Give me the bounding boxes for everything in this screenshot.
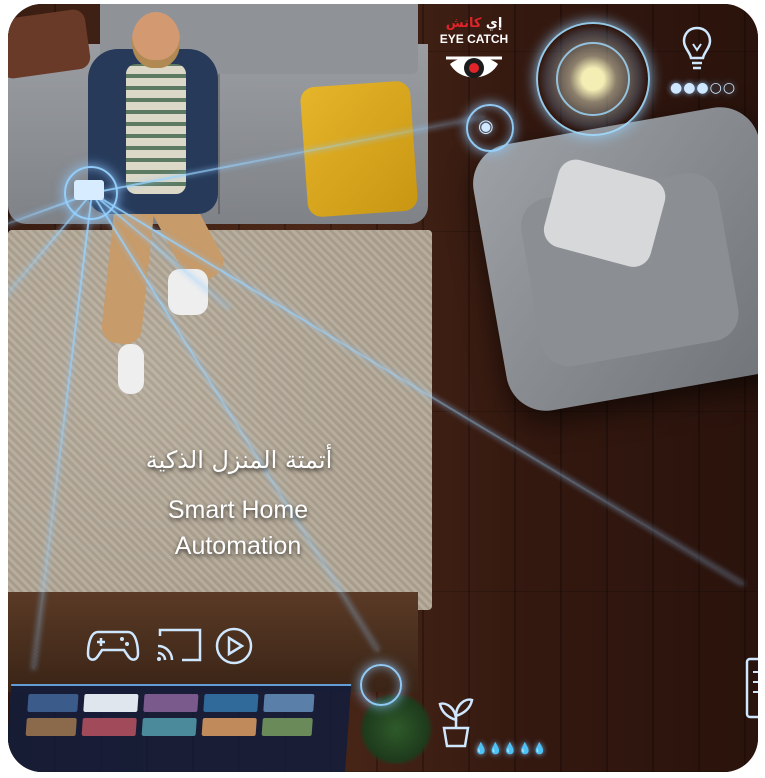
tv-menu-panel (8, 684, 352, 772)
armchair (466, 100, 758, 418)
tv-unit (8, 592, 418, 692)
eye-catch-logo: إي كاتش EYE CATCH (428, 16, 520, 106)
brown-pillow (8, 8, 92, 80)
tv-thumb (203, 694, 259, 712)
person-head (132, 12, 180, 68)
tv-thumb (25, 718, 77, 736)
plant-icon (438, 698, 474, 748)
headline-arabic: أتمتة المنزل الذكية (145, 446, 333, 474)
logo-english: EYE CATCH (439, 32, 509, 46)
headline-english-line1: Smart Home (167, 496, 309, 524)
logo-arabic-main: كاتش (445, 16, 482, 31)
tv-thumb (81, 718, 137, 736)
lightbulb-icon (682, 26, 712, 70)
sofa-seam (218, 74, 220, 214)
right-shoe (168, 269, 208, 315)
lamp-brightness-dots: ●●●○○ (670, 80, 737, 96)
lamp-inner-ring (556, 42, 630, 116)
tv-thumb (263, 694, 315, 712)
smart-home-scene: ◉ ●●●○○ 💧💧💧💧💧 إي كاتش EYE CATCH أتمتة ال… (8, 4, 758, 772)
tv-thumb (27, 694, 79, 712)
logo-arabic-prefix: إي (485, 16, 503, 31)
gamepad-icon (86, 630, 140, 661)
speaker-node (360, 664, 402, 706)
camera-icon: ◉ (478, 116, 494, 137)
headline-english: Smart Home Automation (118, 492, 358, 564)
left-shoe (118, 344, 144, 394)
cast-icon (157, 628, 202, 662)
headline-english-line2: Automation (174, 532, 302, 560)
document-icon (745, 657, 758, 719)
tv-thumb (83, 694, 139, 712)
tv-thumb (201, 718, 257, 736)
play-icon (215, 627, 253, 665)
logo-arabic: إي كاتش (428, 16, 520, 32)
potted-plant (356, 694, 436, 764)
tv-thumb (143, 694, 199, 712)
eye-icon (446, 56, 502, 78)
plant-water-drops: 💧💧💧💧💧 (474, 742, 548, 755)
tv-thumb (261, 718, 313, 736)
tablet-icon (74, 180, 104, 200)
tv-thumb (141, 718, 197, 736)
